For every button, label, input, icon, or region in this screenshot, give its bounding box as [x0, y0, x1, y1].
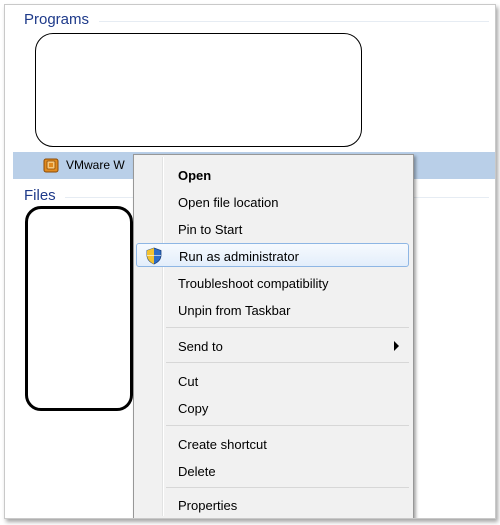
- menu-item-send-to[interactable]: Send to: [136, 334, 409, 358]
- program-label: VMware W: [66, 158, 125, 172]
- context-menu: Open Open file location Pin to Start Run…: [133, 154, 414, 518]
- menu-separator: [166, 327, 409, 328]
- menu-item-unpin-from-taskbar[interactable]: Unpin from Taskbar: [136, 298, 409, 322]
- menu-item-run-as-administrator[interactable]: Run as administrator: [136, 243, 409, 267]
- menu-item-open-file-location[interactable]: Open file location: [136, 190, 409, 214]
- programs-divider: [99, 21, 489, 22]
- uac-shield-icon: [146, 247, 162, 265]
- start-menu-search-results: Programs VMware W Files Open Open file l…: [4, 4, 496, 519]
- menu-separator: [166, 362, 409, 363]
- menu-item-create-shortcut[interactable]: Create shortcut: [136, 432, 409, 456]
- menu-item-cut[interactable]: Cut: [136, 369, 409, 393]
- programs-heading: Programs: [24, 11, 90, 28]
- menu-item-troubleshoot-compatibility[interactable]: Troubleshoot compatibility: [136, 271, 409, 295]
- menu-item-open[interactable]: Open: [136, 163, 409, 187]
- menu-item-copy[interactable]: Copy: [136, 396, 409, 420]
- redacted-programs-area: [35, 33, 362, 147]
- menu-item-pin-to-start[interactable]: Pin to Start: [136, 217, 409, 241]
- menu-separator: [166, 487, 409, 488]
- submenu-arrow-icon: [394, 341, 399, 351]
- files-heading: Files: [24, 187, 56, 204]
- redacted-files-area: [25, 206, 133, 411]
- vmware-app-icon: [43, 158, 59, 173]
- menu-separator: [166, 425, 409, 426]
- menu-item-delete[interactable]: Delete: [136, 459, 409, 483]
- menu-item-properties[interactable]: Properties: [136, 493, 409, 517]
